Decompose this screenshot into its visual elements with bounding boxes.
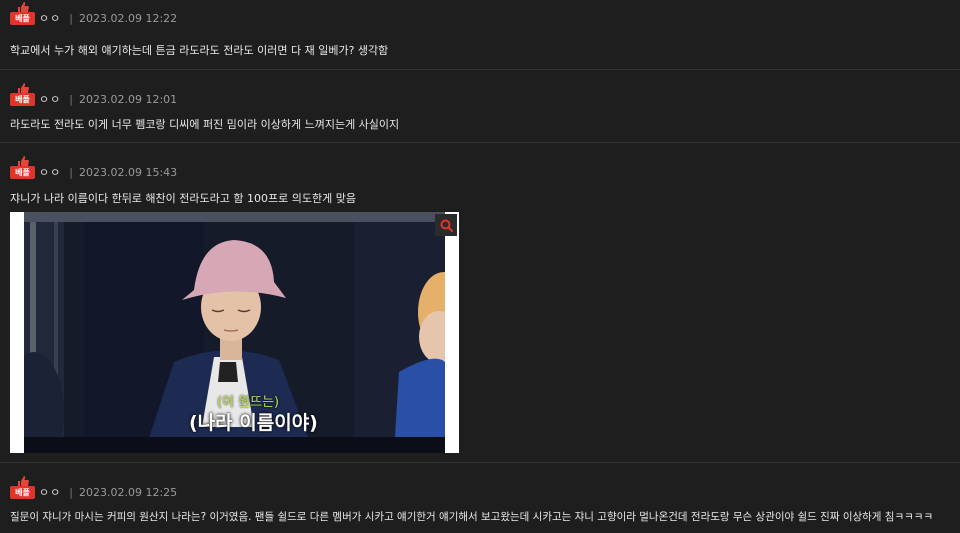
search-icon [440, 219, 453, 232]
nickname[interactable]: ㅇㅇ [39, 10, 61, 26]
comment-meta: 베플 ㅇㅇ | 2023.02.09 15:43 [10, 156, 178, 182]
best-badge-label: 베플 [10, 12, 35, 25]
comment-text: 라도라도 전라도 이게 너무 펨코랑 디씨에 퍼진 밈이라 이상하게 느껴지는게… [10, 118, 400, 131]
comment-text: 질문이 쟈니가 마시는 커피의 원산지 나라는? 이거였음. 팬들 쉴드로 다른… [10, 511, 934, 523]
comment-text: 학교에서 누가 해외 얘기하는데 튼금 라도라도 전라도 이러면 다 재 일베가… [10, 44, 389, 57]
nickname[interactable]: ㅇㅇ [39, 484, 61, 500]
best-badge-label: 베플 [10, 166, 35, 179]
comment-meta: 베플 ㅇㅇ | 2023.02.09 12:01 [10, 83, 178, 109]
comment-date: 2023.02.09 12:25 [78, 485, 178, 499]
video-still: (이 원뜨는) (나라 이름이야) [24, 212, 445, 453]
meta-separator: | [69, 11, 73, 25]
meta-separator: | [69, 485, 73, 499]
comment-item: 베플 ㅇㅇ | 2023.02.09 12:22 학교에서 누가 해외 얘기하는… [0, 0, 960, 70]
subtitle-big: (나라 이름이야) [189, 412, 318, 434]
best-badge: 베플 [10, 476, 36, 502]
comment-text: 쟈니가 나라 이름이다 한뒤로 해찬이 전라도라고 함 100프로 의도한게 맞… [10, 192, 356, 205]
best-badge-label: 베플 [10, 93, 35, 106]
zoom-button[interactable] [435, 214, 457, 236]
comment-date: 2023.02.09 12:01 [78, 92, 178, 106]
comment-item: 베플 ㅇㅇ | 2023.02.09 12:25 질문이 쟈니가 마시는 커피의… [0, 463, 960, 533]
nickname[interactable]: ㅇㅇ [39, 91, 61, 107]
comment-date: 2023.02.09 12:22 [78, 11, 178, 25]
comment-item: 베플 ㅇㅇ | 2023.02.09 12:01 라도라도 전라도 이게 너무 … [0, 70, 960, 143]
comment-meta: 베플 ㅇㅇ | 2023.02.09 12:25 [10, 476, 178, 502]
best-badge: 베플 [10, 2, 36, 28]
meta-separator: | [69, 92, 73, 106]
comment-image[interactable]: (이 원뜨는) (나라 이름이야) [10, 212, 459, 453]
best-badge: 베플 [10, 83, 36, 109]
comment-meta: 베플 ㅇㅇ | 2023.02.09 12:22 [10, 2, 178, 28]
nickname[interactable]: ㅇㅇ [39, 164, 61, 180]
best-badge-label: 베플 [10, 486, 35, 499]
meta-separator: | [69, 165, 73, 179]
best-badge: 베플 [10, 156, 36, 182]
comment-date: 2023.02.09 15:43 [78, 165, 178, 179]
